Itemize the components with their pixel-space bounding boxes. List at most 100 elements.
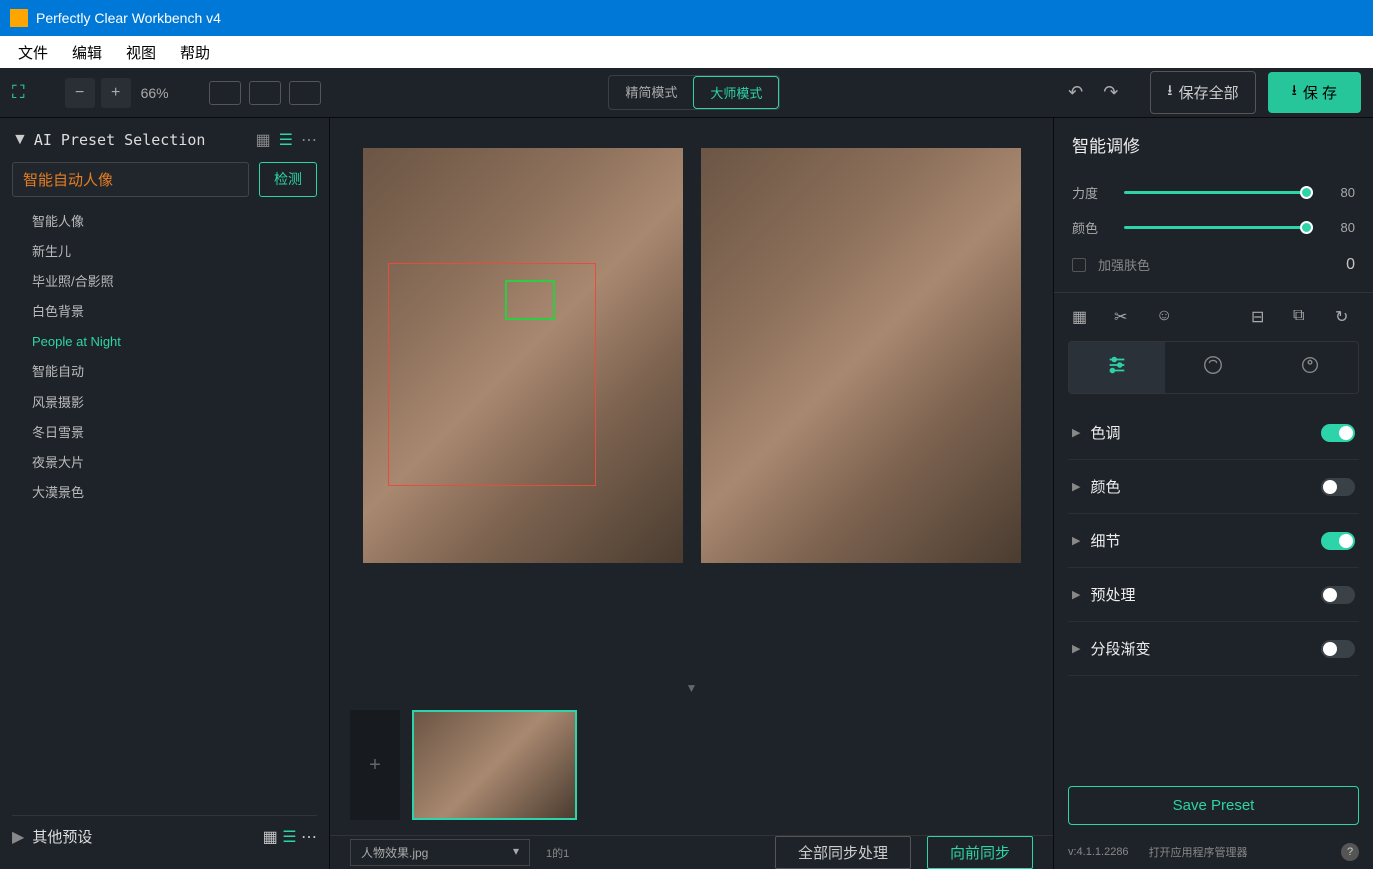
adjustment-tabs [1068,341,1359,394]
color-slider[interactable]: 颜色 80 [1054,210,1373,245]
menu-edit[interactable]: 编辑 [60,38,114,67]
preset-section-title: AI Preset Selection [34,131,256,149]
more-icon[interactable]: ⋯ [301,829,317,846]
caret-right-icon: ▶ [1072,534,1080,547]
titlebar: Perfectly Clear Workbench v4 [0,0,1373,36]
filmstrip-collapse-icon[interactable]: ▼ [330,681,1053,695]
canvas[interactable] [330,118,1053,681]
redo-icon[interactable]: ↷ [1103,82,1118,103]
menu-view[interactable]: 视图 [114,38,168,67]
sync-forward-button[interactable]: 向前同步 [927,836,1033,869]
preset-item[interactable]: 夜景大片 [12,448,317,478]
preset-item[interactable]: 新生儿 [12,237,317,267]
preset-item[interactable]: People at Night [12,327,317,357]
grid-view-icon[interactable]: ▦ [256,130,271,150]
detect-button[interactable]: 检测 [259,162,317,197]
histogram-icon[interactable]: ▦ [1072,307,1092,327]
toggle-switch[interactable] [1321,424,1355,442]
help-icon[interactable]: ? [1341,843,1359,861]
tab-effects[interactable] [1262,342,1358,393]
download-icon: ⭳ [1292,80,1297,105]
list-view-icon[interactable]: ☰ [282,829,296,846]
mirror-icon[interactable]: ⧉ [1293,307,1313,327]
preset-item[interactable]: 白色背景 [12,297,317,327]
reset-icon[interactable]: ↻ [1335,307,1355,327]
menubar: 文件 编辑 视图 帮助 [0,36,1373,68]
grid-view-icon[interactable]: ▦ [263,829,278,846]
save-all-button[interactable]: ⭳ 保存全部 [1150,71,1255,114]
adjustment-groups: ▶ 色调 ▶ 颜色 ▶ 细节 ▶ 预处理 ▶ 分段渐变 [1054,406,1373,676]
tab-adjustments[interactable] [1069,342,1165,393]
toggle-switch[interactable] [1321,586,1355,604]
menu-file[interactable]: 文件 [6,38,60,67]
more-icon[interactable]: ⋯ [301,130,317,150]
strength-slider[interactable]: 力度 80 [1054,175,1373,210]
preset-item[interactable]: 智能自动 [12,357,317,387]
zoom-in-button[interactable]: + [101,78,131,108]
preset-item[interactable]: 大漠景色 [12,478,317,508]
version-label: v:4.1.1.2286 [1068,846,1129,858]
sync-all-button[interactable]: 全部同步处理 [775,836,911,869]
adjustment-row[interactable]: ▶ 细节 [1068,514,1359,568]
zoom-out-button[interactable]: − [65,78,95,108]
zoom-level: 66% [141,85,169,101]
adjustment-row[interactable]: ▶ 颜色 [1068,460,1359,514]
view-single-icon[interactable] [209,81,241,105]
after-image [701,148,1021,563]
caret-right-icon: ▶ [1072,480,1080,493]
list-view-icon[interactable]: ☰ [279,130,293,150]
preset-item[interactable]: 冬日雪景 [12,418,317,448]
slider-handle[interactable] [1300,221,1313,234]
tab-master-mode[interactable]: 大师模式 [693,76,779,109]
face-detection-rect [388,263,596,486]
tab-portrait[interactable] [1165,342,1261,393]
fullscreen-icon[interactable]: ⛶ [12,82,25,103]
canvas-area: ▼ + 人物效果.jpg ▾ 1的1 全部同步处理 向前同步 [330,118,1053,869]
save-preset-button[interactable]: Save Preset [1068,786,1359,825]
save-button[interactable]: ⭳ 保 存 [1268,72,1361,113]
preset-dropdown[interactable]: 智能自动人像 [12,162,249,197]
other-presets-header[interactable]: ▶ 其他预设 ▦ ☰ ⋯ [12,815,317,857]
caret-down-icon: ▼ [12,131,28,149]
preset-section-header[interactable]: ▼ AI Preset Selection ▦ ☰ ⋯ [12,130,317,150]
toolbar: ⛶ − + 66% 精简模式 大师模式 ↶ ↷ ⭳ 保存全部 ⭳ 保 存 [0,68,1373,118]
adjustment-row[interactable]: ▶ 预处理 [1068,568,1359,622]
chevron-down-icon: ▾ [513,844,519,861]
filename-dropdown[interactable]: 人物效果.jpg ▾ [350,839,530,866]
caret-right-icon: ▶ [1072,588,1080,601]
open-manager-link[interactable]: 打开应用程序管理器 [1149,844,1248,860]
caret-right-icon: ▶ [12,827,24,847]
toggle-switch[interactable] [1321,640,1355,658]
compare-icon[interactable]: ⊟ [1251,307,1271,327]
toggle-switch[interactable] [1321,478,1355,496]
tab-simple-mode[interactable]: 精简模式 [609,76,693,109]
caret-right-icon: ▶ [1072,426,1080,439]
status-bar: v:4.1.1.2286 打开应用程序管理器 ? [1054,835,1373,869]
slider-handle[interactable] [1300,186,1313,199]
preset-item[interactable]: 风景摄影 [12,388,317,418]
enhance-skin-checkbox[interactable] [1072,258,1086,272]
tool-icons-row: ▦ ✂ ☺ ⊟ ⧉ ↻ [1054,292,1373,341]
mode-tabs: 精简模式 大师模式 [608,75,780,110]
preset-item[interactable]: 智能人像 [12,207,317,237]
toggle-switch[interactable] [1321,532,1355,550]
right-panel-title: 智能调修 [1054,132,1373,175]
view-split-icon[interactable] [249,81,281,105]
undo-icon[interactable]: ↶ [1068,82,1083,103]
view-crop-icon[interactable] [289,81,321,105]
app-title: Perfectly Clear Workbench v4 [36,10,221,26]
eye-detection-rect [505,280,555,320]
menu-help[interactable]: 帮助 [168,38,222,67]
preset-list: 智能人像新生儿毕业照/合影照白色背景People at Night智能自动风景摄… [12,207,317,511]
app-icon [10,9,28,27]
crop-icon[interactable]: ✂ [1114,307,1134,327]
adjustment-row[interactable]: ▶ 分段渐变 [1068,622,1359,676]
thumbnail[interactable] [412,710,577,820]
filmstrip: + [330,695,1053,835]
add-image-button[interactable]: + [350,710,400,820]
face-icon[interactable]: ☺ [1156,307,1176,327]
preset-item[interactable]: 毕业照/合影照 [12,267,317,297]
before-image [363,148,683,563]
right-panel: 智能调修 力度 80 颜色 80 加强肤色 0 ▦ ✂ ☺ ⊟ ⧉ ↻ [1053,118,1373,869]
adjustment-row[interactable]: ▶ 色调 [1068,406,1359,460]
